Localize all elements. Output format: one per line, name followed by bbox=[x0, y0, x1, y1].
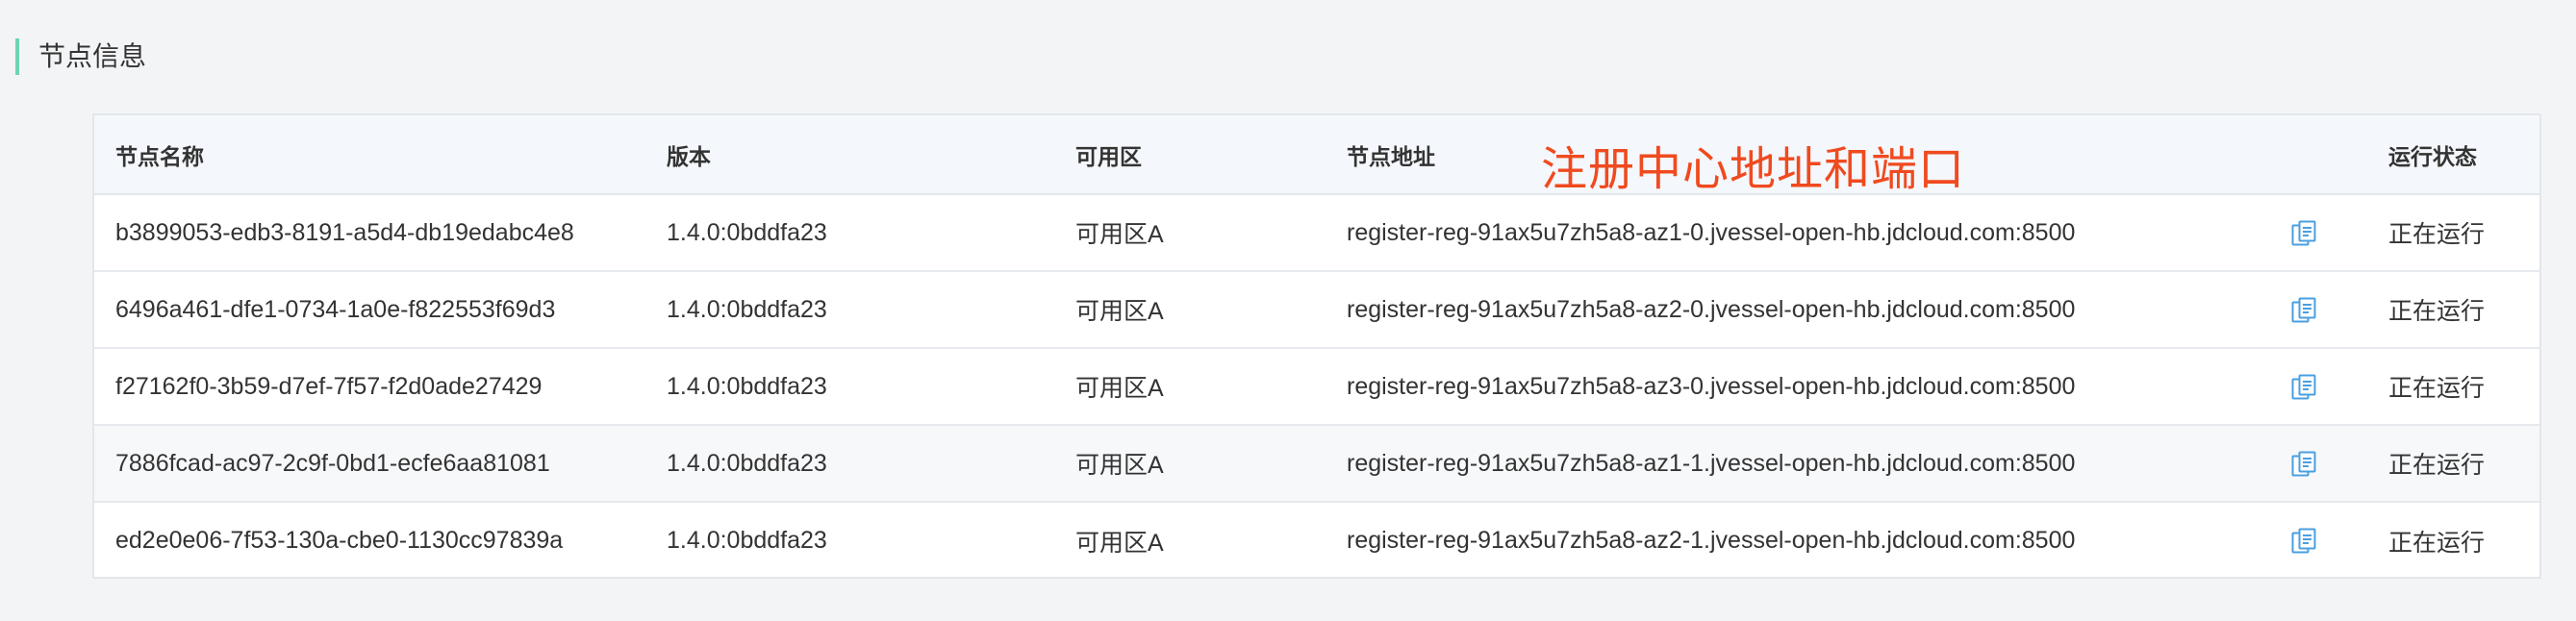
version-cell: 1.4.0:0bddfa23 bbox=[667, 194, 1075, 272]
node-name-cell: ed2e0e06-7f53-130a-cbe0-1130cc97839a bbox=[115, 527, 564, 554]
copy-cell bbox=[2221, 425, 2388, 503]
copy-cell bbox=[2221, 271, 2388, 349]
copy-cell bbox=[2221, 348, 2388, 426]
address-cell: register-reg-91ax5u7zh5a8-az1-1.jvessel-… bbox=[1347, 425, 2221, 503]
status-cell: 正在运行 bbox=[2388, 348, 2539, 426]
zone-cell: 可用区A bbox=[1075, 529, 1164, 557]
zone-cell: 可用区A bbox=[1075, 194, 1347, 272]
node-info-table: 节点名称 版本 可用区 节点地址 运行状态 b3899053-edb3-8191… bbox=[92, 113, 2541, 579]
version-cell: 1.4.0:0bddfa23 bbox=[667, 527, 827, 554]
section-title: 节点信息 bbox=[38, 41, 147, 71]
node-name-cell: 7886fcad-ac97-2c9f-0bd1-ecfe6aa81081 bbox=[94, 425, 667, 503]
table-row: 7886fcad-ac97-2c9f-0bd1-ecfe6aa81081 1.4… bbox=[94, 425, 2539, 503]
copy-icon[interactable] bbox=[2291, 220, 2316, 247]
column-header-version: 版本 bbox=[667, 115, 1075, 195]
zone-cell: 可用区A bbox=[1075, 271, 1347, 349]
address-cell: register-reg-91ax5u7zh5a8-az2-0.jvessel-… bbox=[1347, 271, 2221, 349]
table-row: f27162f0-3b59-d7ef-7f57-f2d0ade27429 1.4… bbox=[94, 348, 2539, 426]
status-cell: 正在运行 bbox=[2388, 194, 2539, 272]
node-name-cell: 6496a461-dfe1-0734-1a0e-f822553f69d3 bbox=[94, 271, 667, 349]
version-cell: 1.4.0:0bddfa23 bbox=[667, 271, 1075, 349]
node-name-cell: b3899053-edb3-8191-a5d4-db19edabc4e8 bbox=[94, 194, 667, 272]
section-accent-bar bbox=[15, 38, 19, 75]
address-cell: register-reg-91ax5u7zh5a8-az1-0.jvessel-… bbox=[1347, 194, 2221, 272]
copy-icon[interactable] bbox=[2291, 374, 2316, 401]
table-row: b3899053-edb3-8191-a5d4-db19edabc4e8 1.4… bbox=[94, 194, 2539, 272]
address-cell: register-reg-91ax5u7zh5a8-az3-0.jvessel-… bbox=[1347, 348, 2221, 426]
address-cell: register-reg-91ax5u7zh5a8-az2-1.jvessel-… bbox=[1347, 527, 2076, 554]
column-header-copy bbox=[2221, 115, 2388, 195]
section-header: 节点信息 bbox=[15, 38, 146, 75]
column-header-name: 节点名称 bbox=[94, 115, 667, 195]
status-cell: 正在运行 bbox=[2388, 271, 2539, 349]
zone-cell: 可用区A bbox=[1075, 425, 1347, 503]
annotation-label: 注册中心地址和端口 bbox=[1541, 144, 1966, 195]
copy-cell bbox=[2221, 194, 2388, 272]
status-cell: 正在运行 bbox=[2388, 425, 2539, 503]
column-header-status: 运行状态 bbox=[2388, 115, 2539, 195]
copy-icon[interactable] bbox=[2291, 297, 2316, 324]
zone-cell: 可用区A bbox=[1075, 348, 1347, 426]
copy-icon[interactable] bbox=[2291, 451, 2316, 478]
version-cell: 1.4.0:0bddfa23 bbox=[667, 348, 1075, 426]
copy-icon[interactable] bbox=[2291, 528, 2316, 555]
table-header-row: 节点名称 版本 可用区 节点地址 运行状态 bbox=[94, 115, 2539, 195]
copy-cell bbox=[2221, 502, 2388, 579]
column-header-zone: 可用区 bbox=[1075, 115, 1347, 195]
node-name-cell: f27162f0-3b59-d7ef-7f57-f2d0ade27429 bbox=[94, 348, 667, 426]
table-row: ed2e0e06-7f53-130a-cbe0-1130cc97839a 1.4… bbox=[94, 502, 2539, 579]
version-cell: 1.4.0:0bddfa23 bbox=[667, 425, 1075, 503]
status-cell: 正在运行 bbox=[2388, 529, 2486, 557]
table-row: 6496a461-dfe1-0734-1a0e-f822553f69d3 1.4… bbox=[94, 271, 2539, 349]
